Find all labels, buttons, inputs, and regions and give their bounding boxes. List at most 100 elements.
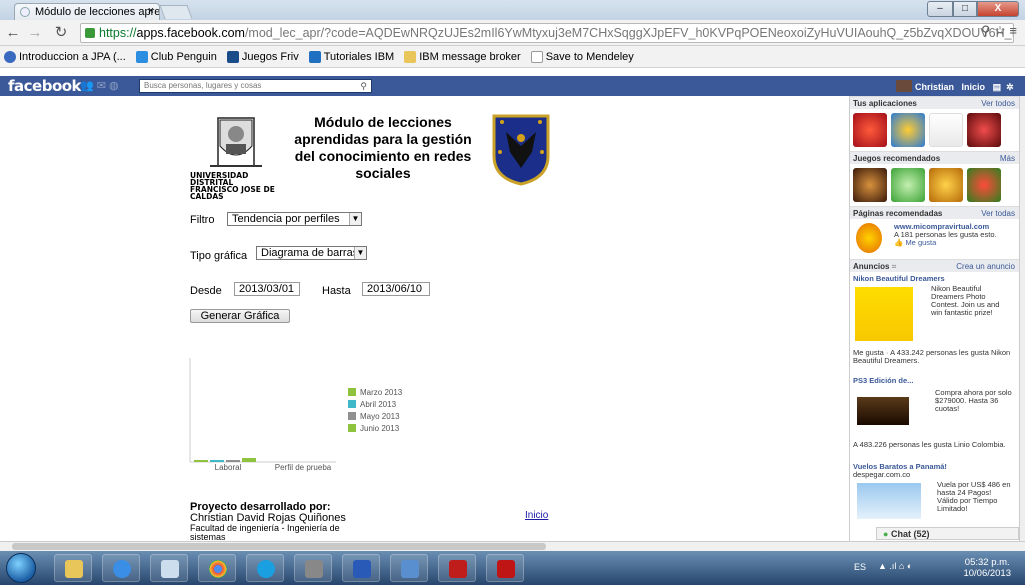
globe-icon[interactable]: ◍ xyxy=(109,80,119,92)
taskbar-skype[interactable] xyxy=(246,554,284,582)
app-thumbnail[interactable] xyxy=(967,113,1001,147)
hasta-label: Hasta xyxy=(322,285,351,297)
ps3-product-image[interactable] xyxy=(857,397,909,425)
apps-header: Tus aplicaciones Ver todos xyxy=(850,96,1019,109)
address-bar-icons: ⚲ ☆ ≡ xyxy=(981,23,1017,39)
taskbar-virtualbox[interactable] xyxy=(390,554,428,582)
facebook-logo[interactable]: facebook xyxy=(8,77,82,95)
app-thumbnail[interactable] xyxy=(891,113,925,147)
ad-text: Vuela por US$ 486 en hasta 24 Pagos! Vál… xyxy=(937,480,1011,513)
url-path: /mod_lec_apr/?code=AQDEwNRQzUJEs2mIl6YwM… xyxy=(244,26,1013,40)
bookmark-item[interactable]: Juegos Friv xyxy=(226,50,299,63)
globe-icon xyxy=(4,50,16,63)
address-bar[interactable]: https://apps.facebook.com/mod_lec_apr/?c… xyxy=(80,23,1014,43)
friends-icon[interactable]: 👥 xyxy=(80,80,94,92)
game-thumbnail[interactable] xyxy=(929,168,963,202)
ad-title[interactable]: Nikon Beautiful Dreamers xyxy=(853,275,1016,283)
desde-date-input[interactable]: 2013/03/01 xyxy=(234,282,300,296)
chevron-down-icon: ▼ xyxy=(354,247,366,259)
panama-image[interactable] xyxy=(857,483,921,519)
inicio-link[interactable]: Inicio xyxy=(525,510,548,521)
star-icon[interactable]: ☆ xyxy=(994,23,1006,38)
app-thumbnail[interactable] xyxy=(929,113,963,147)
start-button[interactable] xyxy=(6,553,36,583)
see-all-apps-link[interactable]: Ver todos xyxy=(981,99,1015,108)
bookmark-item[interactable]: Tutoriales IBM xyxy=(308,50,394,63)
game-thumbnail[interactable] xyxy=(853,168,887,202)
maximize-button[interactable]: □ xyxy=(953,1,977,17)
hasta-date-input[interactable]: 2013/06/10 xyxy=(362,282,430,296)
close-tab-icon[interactable]: × xyxy=(148,5,154,17)
bookmark-item[interactable]: Club Penguin xyxy=(135,50,217,63)
chat-bar[interactable]: ● Chat (52) xyxy=(876,527,1019,540)
see-all-pages-link[interactable]: Ver todas xyxy=(981,209,1015,218)
gear-icon[interactable]: ✲ xyxy=(1006,82,1014,92)
reload-icon[interactable]: ↻ xyxy=(52,24,70,42)
tab-title: Módulo de lecciones apre xyxy=(35,6,160,18)
taskbar-explorer[interactable] xyxy=(54,554,92,582)
more-games-link[interactable]: Más xyxy=(1000,154,1015,163)
notification-icons: 👥 ✉ ◍ xyxy=(80,79,119,92)
search-icon[interactable]: ⚲ xyxy=(981,23,991,38)
ad-title[interactable]: PS3 Edición de... xyxy=(853,377,1016,385)
minimize-button[interactable]: – xyxy=(927,1,953,17)
ad-likes: Me gusta · A 433.242 personas les gusta … xyxy=(853,348,1011,365)
lock-icon xyxy=(85,28,95,38)
legend-item: Abril 2013 xyxy=(348,398,402,410)
new-tab-button[interactable] xyxy=(159,5,193,19)
avatar[interactable] xyxy=(896,80,912,92)
back-arrow-icon[interactable]: ← xyxy=(4,24,22,42)
tray-icons[interactable]: ▲ .ıl ⌂ ◐ xyxy=(878,561,912,571)
bookmark-item[interactable]: Introduccion a JPA (... xyxy=(4,50,126,63)
taskbar-ie[interactable] xyxy=(102,554,140,582)
like-button[interactable]: 👍 Me gusta xyxy=(894,239,997,247)
chart-legend: Marzo 2013 Abril 2013 Mayo 2013 Junio 20… xyxy=(348,386,402,434)
folder-icon xyxy=(65,560,83,578)
bookmark-item[interactable]: IBM message broker xyxy=(404,50,521,63)
taskbar-chrome[interactable] xyxy=(198,554,236,582)
window-controls: – □ X xyxy=(927,1,1019,17)
browser-tab[interactable]: Módulo de lecciones apre × xyxy=(14,3,160,20)
clock[interactable]: 05:32 p.m. 10/06/2013 xyxy=(963,557,1011,579)
generate-chart-button[interactable]: Generar Gráfica xyxy=(190,309,290,323)
bookmark-item[interactable]: Save to Mendeley xyxy=(530,50,634,63)
friend-requests-icon[interactable]: ▤ xyxy=(993,82,1002,92)
chrome-icon xyxy=(209,560,227,578)
vertical-scrollbar[interactable] xyxy=(1019,96,1025,551)
horizontal-scrollbar[interactable] xyxy=(0,541,1025,551)
close-window-button[interactable]: X xyxy=(977,1,1019,17)
ad-domain: despegar.com.co xyxy=(853,470,911,479)
menu-icon[interactable]: ≡ xyxy=(1009,23,1017,38)
scrollbar-thumb[interactable] xyxy=(12,543,546,550)
create-ad-link[interactable]: Crea un anuncio xyxy=(956,262,1015,271)
messages-icon[interactable]: ✉ xyxy=(97,80,106,92)
desde-label: Desde xyxy=(190,285,222,297)
filtro-select[interactable]: Tendencia por perfiles ▼ xyxy=(227,212,362,226)
page-logo-icon[interactable] xyxy=(856,223,882,253)
taskbar-app2[interactable] xyxy=(294,554,332,582)
taskbar-app[interactable] xyxy=(150,554,188,582)
ad-text: Compra ahora por solo $279000. Hasta 36 … xyxy=(935,388,1012,413)
filezilla-icon xyxy=(449,560,467,578)
nikon-logo-icon[interactable] xyxy=(855,287,913,341)
game-thumbnail[interactable] xyxy=(967,168,1001,202)
tab-favicon-icon xyxy=(20,7,30,17)
search-input[interactable]: Busca personas, lugares y cosas ⚲ xyxy=(139,79,372,93)
faculty-text: Facultad de ingeniería - Ingeniería de s… xyxy=(190,523,340,542)
forward-arrow-icon[interactable]: → xyxy=(26,24,44,42)
taskbar-filezilla[interactable] xyxy=(438,554,476,582)
project-credits: Proyecto desarrollado por: Christian Dav… xyxy=(190,502,350,542)
language-indicator[interactable]: ES xyxy=(854,562,866,572)
taskbar-app3[interactable] xyxy=(486,554,524,582)
user-name[interactable]: Christian xyxy=(915,82,954,92)
legend-swatch xyxy=(348,412,356,420)
tipo-grafica-select[interactable]: Diagrama de barras ▼ xyxy=(256,246,367,260)
home-link[interactable]: Inicio xyxy=(962,82,986,92)
search-icon[interactable]: ⚲ xyxy=(360,80,367,92)
ads-header: Anuncios ⌗ Crea un anuncio xyxy=(850,259,1019,272)
user-nav: Christian Inicio ▤ ✲ xyxy=(896,80,1014,93)
game-thumbnail[interactable] xyxy=(891,168,925,202)
app-thumbnail[interactable] xyxy=(853,113,887,147)
facebook-sidebar: Tus aplicaciones Ver todos Juegos recomen… xyxy=(849,96,1019,551)
taskbar-word[interactable] xyxy=(342,554,380,582)
